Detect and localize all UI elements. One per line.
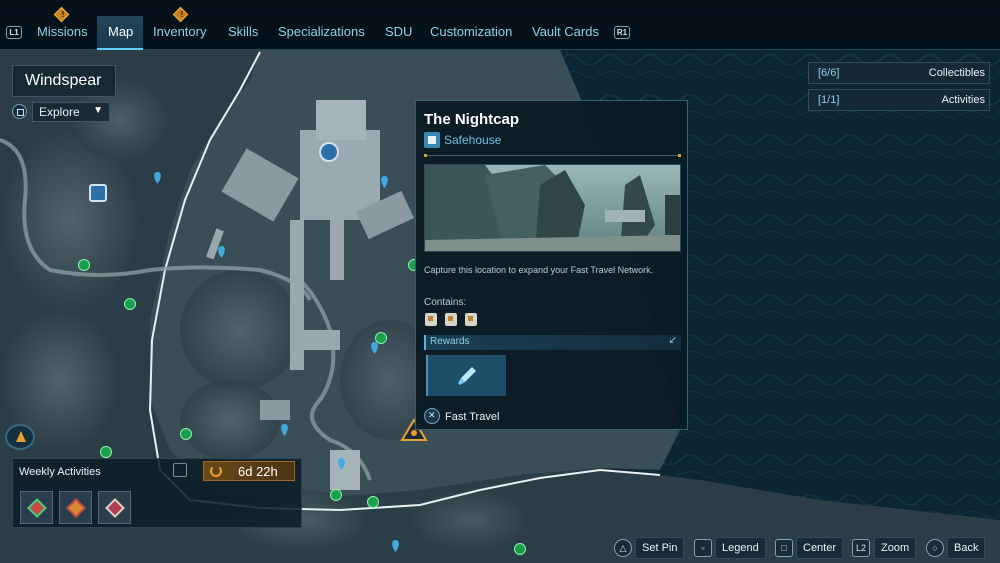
chevron-down-icon: ▼: [93, 105, 103, 116]
weekly-activity-1[interactable]: [20, 491, 53, 524]
safehouse-marker-icon[interactable]: [89, 184, 107, 202]
tab-sdu[interactable]: SDU: [385, 24, 412, 39]
location-info-panel: The Nightcap Safehouse Capture this loca…: [415, 100, 688, 430]
reward-item[interactable]: [426, 355, 506, 396]
location-preview-image: [424, 164, 681, 252]
location-type: Safehouse: [444, 133, 502, 147]
map-pin-icon[interactable]: [391, 540, 400, 552]
challenge-marker-icon[interactable]: [100, 446, 112, 458]
weekly-activities-panel: Weekly Activities 6d 22h: [12, 458, 302, 528]
challenge-marker-icon[interactable]: [330, 489, 342, 501]
map-pin-icon[interactable]: [380, 176, 389, 188]
location-description: Capture this location to expand your Fas…: [424, 265, 654, 275]
rewards-header[interactable]: Rewards ↙: [424, 335, 681, 350]
region-name: Windspear: [12, 65, 116, 97]
divider: [424, 154, 681, 157]
tab-specializations[interactable]: Specializations: [278, 24, 365, 39]
missions-alert-icon: !: [53, 6, 70, 23]
safehouse-icon: [424, 132, 440, 148]
touchpad-button-icon[interactable]: ▫: [694, 539, 712, 557]
center-hint[interactable]: Center: [796, 537, 844, 559]
square-button-icon[interactable]: □: [775, 539, 793, 557]
activities-count: [1/1]: [818, 94, 840, 106]
collectibles-count: [6/6]: [818, 67, 840, 79]
challenge-marker-icon[interactable]: [180, 428, 192, 440]
legend-hint[interactable]: Legend: [715, 537, 766, 559]
weekly-info-icon: [173, 463, 187, 477]
weekly-timer: 6d 22h: [203, 461, 295, 481]
zoom-hint[interactable]: Zoom: [874, 537, 917, 559]
tab-missions[interactable]: Missions: [37, 24, 88, 39]
inventory-alert-icon: !: [172, 6, 189, 23]
map-pin-icon[interactable]: [153, 172, 162, 184]
paint-brush-icon: [458, 367, 476, 385]
back-hint[interactable]: Back: [947, 537, 986, 559]
contains-label: Contains:: [424, 297, 467, 308]
fast-travel-button[interactable]: Fast Travel: [445, 411, 499, 423]
collectibles-counter: [6/6] Collectibles: [808, 62, 990, 84]
player-location-icon: [5, 424, 35, 450]
weekly-activity-3[interactable]: [98, 491, 131, 524]
collectible-icon: [465, 313, 477, 326]
challenge-marker-icon[interactable]: [375, 332, 387, 344]
top-navigation: L1 ! Missions Map ! Inventory Skills Spe…: [0, 0, 1000, 50]
square-button-icon[interactable]: [12, 104, 27, 119]
tab-map[interactable]: Map: [108, 24, 133, 39]
collectibles-label: Collectibles: [928, 67, 985, 79]
refresh-timer-icon: [210, 465, 222, 477]
cross-button-icon[interactable]: [424, 408, 440, 424]
activities-label: Activities: [941, 94, 985, 106]
l2-button-icon[interactable]: L2: [852, 539, 870, 557]
weekly-activity-2-icon: [66, 498, 86, 518]
r1-button-icon[interactable]: R1: [614, 26, 630, 39]
expand-arrow-icon[interactable]: ↙: [669, 335, 677, 346]
map-pin-icon[interactable]: [370, 342, 379, 354]
weekly-activity-2[interactable]: [59, 491, 92, 524]
challenge-marker-icon[interactable]: [78, 259, 90, 271]
map-pin-icon[interactable]: [217, 246, 226, 258]
vault-marker-icon[interactable]: [319, 142, 339, 162]
map-pin-icon[interactable]: [337, 458, 346, 470]
rewards-label: Rewards: [430, 336, 470, 347]
challenge-marker-icon[interactable]: [367, 496, 379, 508]
l1-button-icon[interactable]: L1: [6, 26, 22, 39]
tab-customization[interactable]: Customization: [430, 24, 512, 39]
tab-skills[interactable]: Skills: [228, 24, 258, 39]
filter-dropdown[interactable]: Explore ▼: [32, 102, 110, 122]
panel-title: The Nightcap: [424, 111, 520, 128]
timer-value: 6d 22h: [238, 464, 278, 479]
filter-value: Explore: [39, 105, 80, 119]
map-pin-icon[interactable]: [280, 424, 289, 436]
activities-counter: [1/1] Activities: [808, 89, 990, 111]
weekly-title: Weekly Activities: [19, 466, 101, 478]
weekly-activity-1-icon: [27, 498, 47, 518]
circle-button-icon[interactable]: ○: [926, 539, 944, 557]
set-pin-hint[interactable]: Set Pin: [635, 537, 685, 559]
challenge-marker-icon[interactable]: [124, 298, 136, 310]
collectible-icon: [445, 313, 457, 326]
weekly-activity-3-icon: [105, 498, 125, 518]
tab-inventory[interactable]: Inventory: [153, 24, 206, 39]
collectible-icon: [425, 313, 437, 326]
tab-vault-cards[interactable]: Vault Cards: [532, 24, 599, 39]
triangle-button-icon[interactable]: △: [614, 539, 632, 557]
challenge-marker-icon[interactable]: [514, 543, 526, 555]
